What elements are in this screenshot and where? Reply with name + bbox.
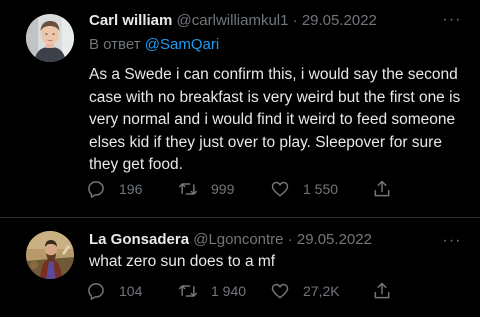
avatar[interactable]: [26, 14, 74, 62]
tweet-text: what zero sun does to a mf: [89, 253, 276, 270]
reply-count: 196: [119, 181, 143, 197]
reply-prefix: В ответ: [89, 36, 141, 53]
more-icon[interactable]: ···: [442, 231, 462, 251]
avatar-photo: [26, 14, 74, 62]
tweet-date[interactable]: 29.05.2022: [302, 12, 377, 29]
share-icon: [374, 180, 390, 197]
tweet[interactable]: La Gonsadera @Lgoncontre · 29.05.2022 ··…: [0, 219, 480, 317]
like-button[interactable]: 27,2K: [270, 280, 340, 302]
heart-icon: [271, 283, 289, 299]
tweet-header: Carl william @carlwilliamkul1 · 29.05.20…: [89, 11, 377, 31]
heart-icon: [271, 181, 289, 197]
tweet-text: As a Swede i can confirm this, i would s…: [89, 66, 461, 173]
display-name[interactable]: Carl william: [89, 12, 172, 29]
reply-button[interactable]: 104: [86, 280, 142, 302]
reply-icon: [88, 283, 104, 300]
reply-icon: [88, 181, 104, 198]
reply-handle-link[interactable]: @SamQari: [145, 36, 219, 53]
tweet-actions: 104 1 940 27,2K: [86, 280, 406, 302]
reply-count: 104: [119, 283, 143, 299]
reply-context: В ответ @SamQari: [89, 35, 219, 55]
tweet-actions: 196 999 1 550: [86, 178, 406, 200]
retweet-icon: [178, 183, 198, 195]
user-handle[interactable]: @Lgoncontre: [193, 231, 283, 248]
share-button[interactable]: [372, 280, 392, 302]
share-button[interactable]: [372, 178, 392, 200]
retweet-count: 1 940: [211, 283, 247, 299]
retweet-count: 999: [211, 181, 235, 197]
avatar[interactable]: [26, 231, 74, 279]
reply-button[interactable]: 196: [86, 178, 142, 200]
retweet-icon: [178, 285, 198, 297]
tweet-date[interactable]: 29.05.2022: [297, 231, 372, 248]
retweet-button[interactable]: 999: [178, 178, 234, 200]
separator-dot: ·: [287, 231, 293, 248]
display-name[interactable]: La Gonsadera: [89, 231, 189, 248]
like-count: 1 550: [303, 181, 339, 197]
tweet[interactable]: Carl william @carlwilliamkul1 · 29.05.20…: [0, 0, 480, 218]
avatar-painting: [26, 231, 74, 279]
share-icon: [374, 282, 390, 299]
more-icon[interactable]: ···: [442, 10, 462, 30]
user-handle[interactable]: @carlwilliamkul1: [177, 12, 289, 29]
like-count: 27,2K: [303, 283, 340, 299]
tweet-header: La Gonsadera @Lgoncontre · 29.05.2022: [89, 230, 372, 250]
separator-dot: ·: [292, 12, 298, 29]
retweet-button[interactable]: 1 940: [178, 280, 246, 302]
like-button[interactable]: 1 550: [270, 178, 338, 200]
